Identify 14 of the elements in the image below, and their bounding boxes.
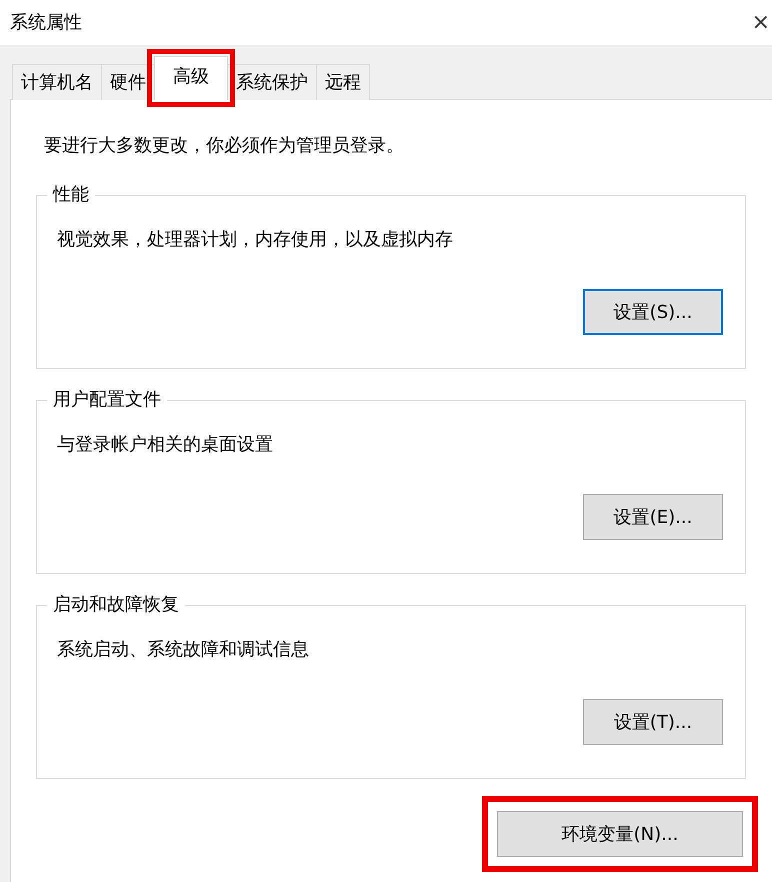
group-description: 系统启动、系统故障和调试信息 [57, 638, 310, 662]
settings-button[interactable]: 设置(E)... [583, 494, 723, 540]
tab[interactable]: 系统保护 [227, 64, 317, 100]
window-title: 系统属性 [10, 11, 82, 35]
group-description: 视觉效果，处理器计划，内存使用，以及虚拟内存 [57, 228, 454, 252]
tab[interactable]: 计算机名 [12, 64, 102, 100]
tab[interactable]: 硬件 [101, 64, 155, 100]
settings-button[interactable]: 设置(T)... [583, 699, 723, 745]
notice-text: 要进行大多数更改，你必须作为管理员登录。 [44, 134, 405, 158]
tab[interactable]: 远程 [316, 64, 370, 100]
environment-variables-button[interactable]: 环境变量(N)... [497, 811, 743, 857]
close-button[interactable]: × [752, 12, 770, 34]
settings-button[interactable]: 设置(S)... [583, 289, 723, 335]
group-description: 与登录帐户相关的桌面设置 [57, 433, 274, 457]
